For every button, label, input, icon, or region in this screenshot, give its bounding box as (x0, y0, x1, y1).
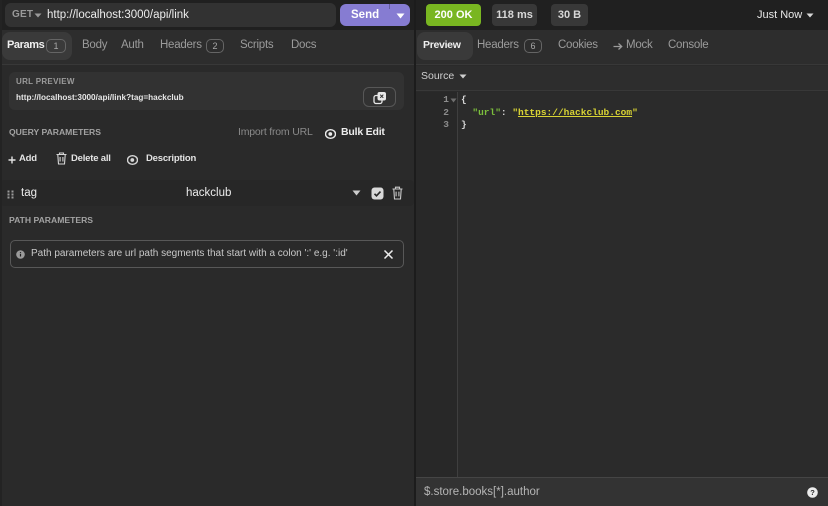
svg-text:?: ? (810, 488, 815, 497)
